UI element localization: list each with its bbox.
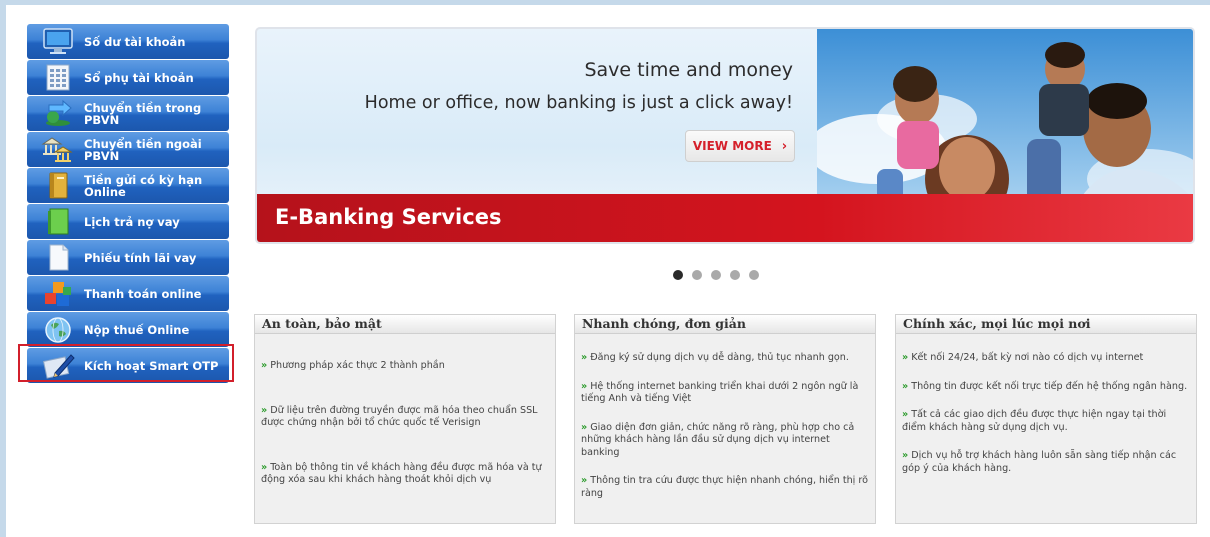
list-item: » Giao diện đơn giản, chức năng rõ ràng, … (581, 421, 855, 458)
bullet-chevron-icon: » (902, 352, 909, 363)
list-item: » Phương pháp xác thực 2 thành phần (261, 360, 445, 371)
list-item: » Dịch vụ hỗ trợ khách hàng luôn sẵn sàng… (902, 450, 1177, 474)
feature-box-title: Chính xác, mọi lúc mọi nơi (896, 315, 1196, 334)
view-more-label: VIEW MORE (692, 139, 772, 153)
ledger-icon (46, 64, 70, 91)
sidebar-item-label: Phiếu tính lãi vay (84, 250, 197, 265)
list-item: » Thông tin tra cứu được thực hiện nhanh … (581, 475, 868, 499)
list-item: » Tất cả các giao dịch đều được thực hiện… (902, 409, 1167, 433)
sidebar-item-label: Tiền gửi có kỳ hạn Online (84, 172, 203, 199)
sidebar-item-label: Nộp thuế Online (84, 322, 190, 337)
banner-title-band: E-Banking Services (257, 194, 1193, 242)
sidebar-item-external-transfer[interactable]: Chuyển tiền ngoài PBVN (27, 132, 229, 167)
sidebar-item-online-payment[interactable]: Thanh toán online (27, 276, 229, 311)
blocks-icon (45, 282, 71, 306)
carousel-pager (673, 270, 759, 280)
sidebar-item-label: Kích hoạt Smart OTP (84, 358, 219, 373)
sidebar-item-term-deposit[interactable]: Tiền gửi có kỳ hạn Online (27, 168, 229, 203)
bullet-chevron-icon: » (261, 404, 268, 416)
banner-subline: Home or office, now banking is just a cl… (364, 93, 793, 113)
sidebar-item-loan-schedule[interactable]: Lịch trả nợ vay (27, 204, 229, 239)
list-item: » Dữ liệu trên đường truyền được mã hóa t… (261, 404, 538, 429)
carousel-dot-2[interactable] (692, 270, 702, 280)
sidebar-item-account-ledger[interactable]: Sổ phụ tài khoản (27, 60, 229, 95)
view-more-button[interactable]: VIEW MORE › (685, 130, 795, 162)
book-icon (49, 172, 68, 199)
feature-box-accuracy: Chính xác, mọi lúc mọi nơi » Kết nối 24/2… (895, 314, 1197, 524)
promo-banner[interactable]: Save time and money Home or office, now … (255, 27, 1195, 244)
feature-box-title: An toàn, bảo mật (255, 315, 555, 334)
bank-icon (41, 137, 73, 162)
sidebar-item-loan-interest[interactable]: Phiếu tính lãi vay (27, 240, 229, 275)
pen-icon (42, 354, 75, 379)
sidebar-item-account-balance[interactable]: Số dư tài khoản (27, 24, 229, 59)
feature-box-security: An toàn, bảo mật » Phương pháp xác thực 2… (254, 314, 556, 524)
chevron-right-icon: › (781, 138, 788, 154)
bullet-chevron-icon: » (902, 409, 909, 420)
carousel-dot-5[interactable] (749, 270, 759, 280)
sidebar-item-smart-otp[interactable]: Kích hoạt Smart OTP (18, 344, 234, 383)
sidebar-item-label: Sổ phụ tài khoản (84, 70, 194, 85)
carousel-dot-1[interactable] (673, 270, 683, 280)
sidebar-item-internal-transfer[interactable]: Chuyển tiền trong PBVN (27, 96, 229, 131)
bullet-chevron-icon: » (261, 360, 268, 371)
green-document-icon (48, 208, 69, 235)
bullet-chevron-icon: » (581, 475, 588, 486)
monitor-icon (43, 28, 73, 54)
bullet-chevron-icon: » (581, 421, 588, 433)
bullet-chevron-icon: » (581, 352, 588, 363)
list-item: » Thông tin được kết nối trực tiếp đến hệ… (902, 380, 1188, 392)
left-border (0, 0, 6, 537)
list-item: » Kết nối 24/24, bất kỳ nơi nào có dịch v… (902, 352, 1144, 363)
globe-icon (45, 317, 71, 343)
carousel-dot-3[interactable] (711, 270, 721, 280)
sidebar-item-label: Thanh toán online (84, 286, 202, 301)
feature-box-speed: Nhanh chóng, đơn giản » Đăng ký sử dụng d… (574, 314, 876, 524)
bullet-chevron-icon: » (902, 380, 909, 392)
sidebar-item-label: Số dư tài khoản (84, 34, 186, 49)
bullet-chevron-icon: » (902, 450, 909, 461)
sidebar-item-tax-payment[interactable]: Nộp thuế Online (27, 312, 229, 347)
list-item: » Toàn bộ thông tin về khách hàng đều đượ… (261, 461, 542, 486)
blank-document-icon (49, 244, 69, 271)
banner-section-title: E-Banking Services (275, 205, 502, 229)
list-item: » Đăng ký sử dụng dịch vụ dễ dàng, thủ tụ… (581, 352, 849, 363)
sidebar-item-label: Chuyển tiền ngoài PBVN (84, 136, 202, 163)
banner-headline: Save time and money (584, 59, 793, 81)
carousel-dot-4[interactable] (730, 270, 740, 280)
sidebar-item-label: Lịch trả nợ vay (84, 214, 180, 229)
list-item: » Hệ thống internet banking triển khai dư… (581, 380, 859, 405)
top-border (0, 0, 1210, 5)
sidebar-menu: Số dư tài khoản Sổ phụ tài khoản Chuyển … (18, 24, 234, 384)
transfer-icon (46, 99, 72, 126)
bullet-chevron-icon: » (581, 380, 588, 392)
bullet-chevron-icon: » (261, 461, 268, 473)
sidebar-item-label: Chuyển tiền trong PBVN (84, 100, 202, 127)
feature-box-title: Nhanh chóng, đơn giản (575, 315, 875, 334)
